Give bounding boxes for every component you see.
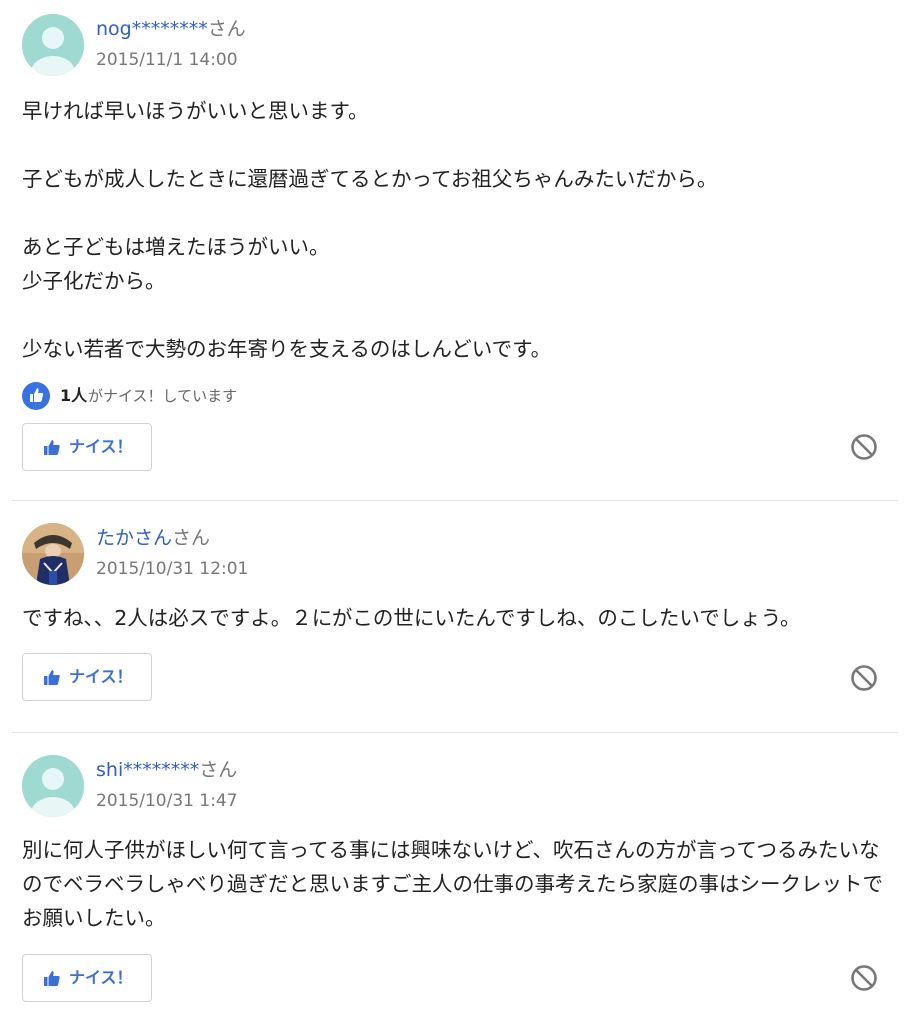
divider (12, 500, 898, 501)
divider (12, 732, 898, 733)
answer-header: shi********さん 2015/10/31 1:47 (22, 755, 622, 819)
post-date: 2015/11/1 14:00 (96, 50, 238, 70)
username-link[interactable]: たかさん (96, 527, 172, 549)
username: たかさんさん (96, 525, 210, 551)
likes-text: がナイス！しています (88, 387, 238, 405)
block-icon[interactable] (850, 433, 878, 461)
username: nog********さん (96, 16, 246, 42)
likes-summary: 1人 がナイス！しています (22, 382, 422, 410)
thumbs-up-icon (44, 971, 60, 986)
nice-button[interactable]: ナイス！ (22, 954, 152, 1002)
thumbs-up-icon (22, 382, 50, 410)
answer-item: shi********さん 2015/10/31 1:47 別に何人子供がほしい… (0, 755, 918, 1024)
default-avatar-icon[interactable] (22, 755, 84, 817)
honorific: さん (207, 18, 246, 40)
answer-header: nog********さん 2015/11/1 14:00 (22, 14, 622, 78)
username-link[interactable]: nog******** (96, 18, 208, 40)
nice-button[interactable]: ナイス！ (22, 423, 152, 471)
thumbs-up-icon (44, 440, 60, 455)
post-date: 2015/10/31 12:01 (96, 559, 249, 579)
user-photo-avatar[interactable] (22, 523, 84, 585)
nice-label: ナイス！ (69, 437, 133, 456)
answer-body: ですね、、2人は必スですよ。２にがこの世にいたんですしね、のこしたいでしょう。 (22, 606, 801, 630)
answer-header: たかさんさん 2015/10/31 12:01 (22, 523, 622, 587)
answer-body: 早ければ早いほうがいいと思います。 子どもが成人したときに還暦過ぎてるとかってお… (22, 99, 718, 361)
nice-label: ナイス！ (69, 968, 133, 987)
block-icon[interactable] (850, 664, 878, 692)
default-avatar-icon[interactable] (22, 14, 84, 76)
username: shi********さん (96, 757, 237, 783)
honorific: さん (199, 759, 238, 781)
answer-body: 別に何人子供がほしい何て言ってる事には興味ないけど、吹石さんの方が言ってつるみた… (22, 838, 883, 930)
answer-item: nog********さん 2015/11/1 14:00 早ければ早いほうがい… (0, 14, 918, 500)
answer-item: たかさんさん 2015/10/31 12:01 ですね、、2人は必スですよ。２に… (0, 523, 918, 731)
post-date: 2015/10/31 1:47 (96, 791, 238, 811)
likes-count[interactable]: 1人 (60, 384, 87, 408)
thumbs-up-icon (44, 670, 60, 685)
nice-label: ナイス！ (69, 667, 133, 686)
honorific: さん (172, 527, 211, 549)
block-icon[interactable] (850, 964, 878, 992)
nice-button[interactable]: ナイス！ (22, 653, 152, 701)
answer-list: nog********さん 2015/11/1 14:00 早ければ早いほうがい… (0, 0, 918, 1024)
username-link[interactable]: shi******** (96, 759, 199, 781)
